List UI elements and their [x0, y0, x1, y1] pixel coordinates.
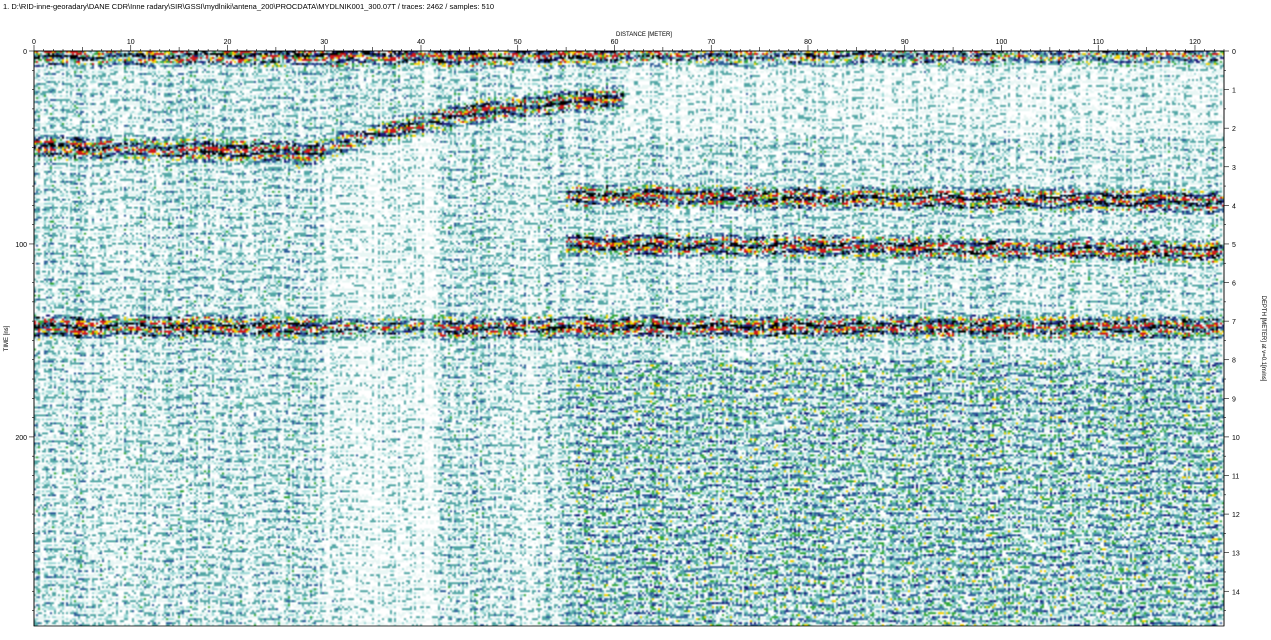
x-tick-label: 70: [707, 39, 715, 46]
x-tick-label: 0: [32, 39, 36, 46]
depth-tick-label: 9: [1232, 396, 1236, 403]
depth-tick-label: 1: [1232, 88, 1236, 95]
depth-tick-label: 0: [1232, 49, 1236, 56]
x-tick-label: 60: [611, 39, 619, 46]
depth-tick-label: 13: [1232, 551, 1240, 558]
distance-axis-title: DISTANCE [METER]: [616, 32, 672, 38]
x-tick-label: 40: [417, 39, 425, 46]
x-tick-label: 30: [320, 39, 328, 46]
depth-tick-label: 2: [1232, 126, 1236, 133]
x-tick-label: 100: [996, 39, 1008, 46]
x-tick-label: 90: [901, 39, 909, 46]
radargram-heatmap: [33, 50, 1225, 627]
depth-tick-label: 11: [1232, 473, 1239, 480]
depth-tick-label: 7: [1232, 319, 1236, 326]
time-axis: 0 100 200: [15, 49, 35, 626]
time-axis-title: TIME [ns]: [4, 325, 10, 351]
depth-axis-title: DEPTH [METER] at v=0.1[m/ns]: [1260, 296, 1266, 382]
x-tick-label: 110: [1093, 39, 1104, 46]
x-tick-label: 50: [514, 39, 522, 46]
distance-axis: 0 10 20 30 40 50 60 70 80 90 100 110 120: [32, 39, 1225, 52]
depth-tick-label: 12: [1232, 512, 1240, 519]
depth-tick-label: 14: [1232, 589, 1240, 596]
depth-tick-label: 5: [1232, 242, 1236, 249]
radargram-chart: 0 10 20 30 40 50 60 70 80 90 100 110 120 0100200 012…: [4, 32, 1266, 627]
depth-axis: 01234567891011121314: [1223, 49, 1240, 626]
depth-tick-label: 4: [1232, 203, 1236, 210]
x-tick-label: 20: [224, 39, 232, 46]
x-tick-label: 10: [127, 39, 135, 46]
depth-tick-label: 10: [1232, 435, 1240, 442]
x-tick-label: 80: [804, 39, 812, 46]
time-tick-label: 0: [23, 49, 27, 56]
radargram-image: [34, 51, 1224, 626]
depth-tick-label: 8: [1232, 358, 1236, 365]
depth-tick-label: 6: [1232, 281, 1236, 288]
time-tick-label: 200: [15, 435, 27, 442]
time-tick-label: 100: [15, 242, 27, 249]
depth-tick-label: 3: [1232, 165, 1236, 172]
x-tick-label: 120: [1189, 39, 1201, 46]
